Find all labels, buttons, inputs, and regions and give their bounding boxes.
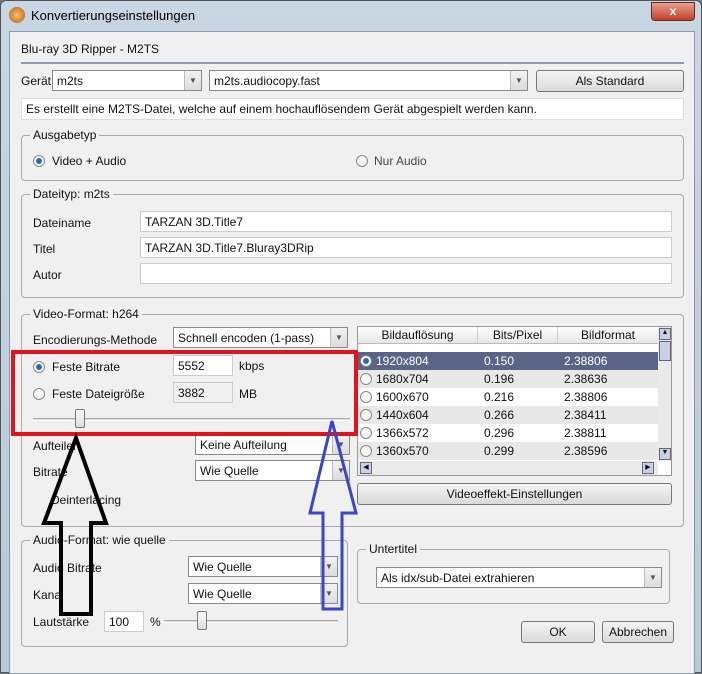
blue-arrow-icon — [308, 420, 358, 611]
dialog-window: Konvertierungseinstellungen x Blu-ray 3D… — [0, 0, 702, 674]
black-arrow-icon — [41, 432, 109, 616]
annotation-arrows — [41, 420, 358, 616]
